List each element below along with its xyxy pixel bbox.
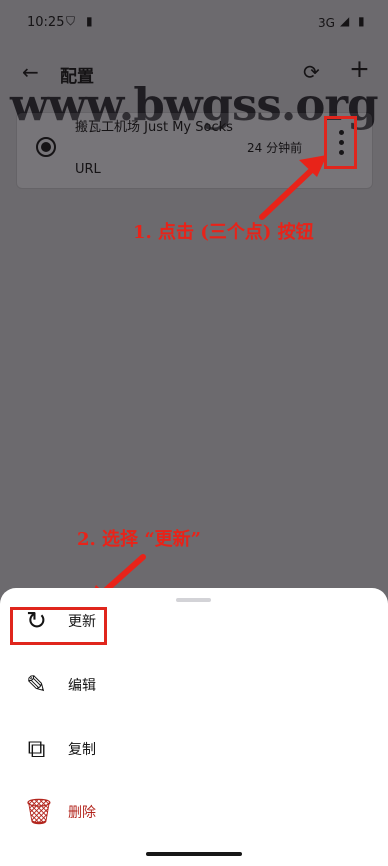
copy-icon: ⧉: [27, 734, 46, 763]
sheet-item-update[interactable]: ↻ 更新: [0, 595, 388, 647]
sheet-item-edit[interactable]: ✎ 编辑: [0, 659, 388, 711]
config-name: 搬瓦工机场 Just My Socks: [75, 120, 233, 135]
config-updated-time: 24 分钟前: [247, 141, 303, 155]
more-vert-icon: [339, 130, 344, 135]
annotation-step-2: 2. 选择 “更新”: [77, 529, 202, 550]
update-icon: ↻: [26, 606, 47, 635]
shield-icon: ⛉: [66, 14, 76, 28]
network-label: 3G: [318, 16, 335, 30]
delete-icon: 🗑: [23, 797, 55, 826]
status-time: 10:25: [27, 15, 65, 30]
bottom-sheet: ↻ 更新 ✎ 编辑 ⧉ 复制 🗑 删除: [0, 588, 388, 866]
navigation-handle[interactable]: [146, 852, 242, 856]
signal-icon: ◢: [340, 14, 350, 28]
radio-selected-icon[interactable]: [36, 137, 56, 157]
config-type: URL: [75, 162, 101, 177]
more-options-button[interactable]: [324, 116, 357, 169]
sheet-item-label: 删除: [68, 805, 96, 821]
edit-icon: ✎: [26, 670, 47, 699]
sheet-item-delete[interactable]: 🗑 删除: [0, 786, 388, 838]
config-card[interactable]: 搬瓦工机场 Just My Socks URL 24 分钟前: [17, 113, 372, 188]
sheet-item-label: 复制: [68, 742, 96, 758]
battery-icon: ▮: [358, 14, 365, 28]
sim-icon: ▮: [86, 14, 93, 28]
annotation-step-1: 1. 点击 (三个点) 按钮: [133, 222, 314, 243]
status-bar: 10:25 ⛉ ▮ 3G ◢ ▮: [0, 0, 388, 44]
sheet-item-label: 编辑: [68, 678, 96, 694]
sheet-item-copy[interactable]: ⧉ 复制: [0, 723, 388, 775]
sheet-item-label: 更新: [68, 614, 96, 630]
